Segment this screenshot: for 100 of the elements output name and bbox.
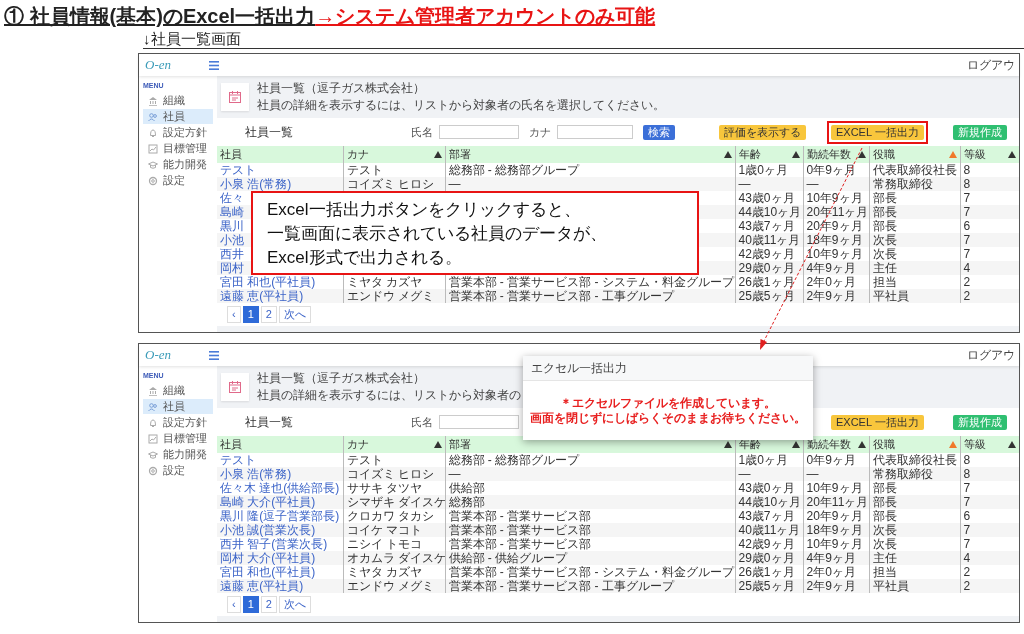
table-cell: テスト xyxy=(346,453,383,467)
employee-link[interactable]: 小池 xyxy=(220,233,244,247)
column-header[interactable]: 部署 xyxy=(448,147,471,162)
building-icon xyxy=(148,385,158,396)
heading-note: →システム管理者アカウントのみ可能 xyxy=(315,5,656,27)
sort-icon[interactable] xyxy=(857,151,866,158)
table-cell: コイケ マコト xyxy=(346,523,422,537)
page-link[interactable]: ‹ xyxy=(227,306,241,323)
page-heading: ① 社員情報(基本)のExcel一括出力 xyxy=(4,5,316,27)
logout-link[interactable]: ログアウ xyxy=(967,56,1015,74)
table-cell: 42歳9ヶ月 xyxy=(738,247,795,261)
page-link[interactable]: 1 xyxy=(242,596,259,613)
table-cell: — xyxy=(806,467,819,481)
calendar-icon xyxy=(221,83,249,111)
table-cell: 総務部 - 総務部グループ xyxy=(448,453,580,467)
table-cell: 7 xyxy=(963,205,971,219)
sidebar-item[interactable]: 設定 xyxy=(143,173,213,188)
app-logo: O-en xyxy=(145,57,172,73)
employee-link[interactable]: テスト xyxy=(220,163,256,177)
table-cell: 20年11ヶ月 xyxy=(806,205,869,219)
list-title: 社員一覧 xyxy=(244,123,294,141)
evaluation-button[interactable]: 評価を表示する xyxy=(719,124,806,140)
gear-icon xyxy=(148,465,158,476)
search-button[interactable]: 検索 xyxy=(643,124,675,140)
sidebar-item[interactable]: 能力開発 xyxy=(143,157,213,172)
column-header[interactable]: カナ xyxy=(346,147,369,162)
sidebar-item[interactable]: 能力開発 xyxy=(143,447,213,462)
field-label: 氏名 xyxy=(411,124,433,140)
table-cell: 8 xyxy=(963,467,971,481)
sidebar-item[interactable]: 設定方針 xyxy=(143,125,213,140)
table-cell: 0年9ヶ月 xyxy=(806,453,856,467)
logout-link[interactable]: ログアウ xyxy=(967,346,1015,364)
table-cell: 8 xyxy=(963,163,971,177)
sort-icon[interactable] xyxy=(791,151,800,158)
employee-link[interactable]: テスト xyxy=(220,453,256,467)
employee-link[interactable]: 岡村 xyxy=(220,261,244,275)
input-field[interactable] xyxy=(439,415,519,429)
bell-icon xyxy=(148,127,158,138)
table-cell: 主任 xyxy=(872,261,897,275)
employee-link[interactable]: 黒川 xyxy=(220,219,244,233)
page-link[interactable]: ‹ xyxy=(227,596,241,613)
sidebar-item[interactable]: 組織 xyxy=(143,93,213,108)
sidebar-item[interactable]: 設定方針 xyxy=(143,415,213,430)
input-field[interactable] xyxy=(557,125,633,139)
table-cell: 2年0ヶ月 xyxy=(806,275,856,289)
export-button[interactable]: EXCEL 一括出力 xyxy=(831,124,924,140)
table-cell: 常務取締役 xyxy=(872,467,933,481)
sidebar-item[interactable]: 社員 xyxy=(143,109,213,124)
sidebar-item[interactable]: 目標管理 xyxy=(143,431,213,446)
sort-icon[interactable] xyxy=(1008,441,1016,448)
sort-icon[interactable] xyxy=(1008,151,1016,158)
list-title: 社員一覧 xyxy=(244,413,294,431)
table-cell: 供給部 xyxy=(448,481,485,495)
column-header[interactable]: 社員 xyxy=(220,437,242,452)
menu-icon[interactable] xyxy=(209,60,219,70)
employee-link[interactable]: 西井 智子(営業次長) xyxy=(220,537,328,551)
table-cell: 4年9ヶ月 xyxy=(806,261,856,275)
menu-icon[interactable] xyxy=(209,350,219,360)
page-link[interactable]: 次へ xyxy=(278,596,311,613)
export-button[interactable]: EXCEL 一括出力 xyxy=(831,414,924,430)
employee-link[interactable]: 佐々木 達也(供給部長) xyxy=(220,481,340,495)
table-cell: 26歳1ヶ月 xyxy=(738,275,795,289)
bell-icon xyxy=(148,417,158,428)
sort-icon[interactable] xyxy=(723,151,732,158)
column-header[interactable]: 部署 xyxy=(448,437,471,452)
table-cell: 平社員 xyxy=(872,289,909,303)
sidebar-item[interactable]: 組織 xyxy=(143,383,213,398)
table-cell: 4 xyxy=(963,551,971,565)
employee-link[interactable]: 島崎 xyxy=(220,205,244,219)
page-link[interactable]: 次へ xyxy=(278,306,311,323)
page-link[interactable]: 2 xyxy=(260,306,277,323)
sort-icon[interactable] xyxy=(433,151,442,158)
sidebar-item[interactable]: 社員 xyxy=(143,399,213,414)
column-header[interactable]: 社員 xyxy=(220,147,242,162)
cap-icon xyxy=(148,449,158,460)
sidebar-item[interactable]: 目標管理 xyxy=(143,141,213,156)
employee-link[interactable]: 黒川 隆(逗子営業部長) xyxy=(220,509,340,523)
employee-link[interactable]: 西井 xyxy=(220,247,244,261)
table-cell: 常務取締役 xyxy=(872,177,933,191)
column-header[interactable]: カナ xyxy=(346,437,369,452)
sort-icon[interactable] xyxy=(857,441,866,448)
input-field[interactable] xyxy=(439,125,519,139)
page-link[interactable]: 1 xyxy=(242,306,259,323)
table-cell: 20年9ヶ月 xyxy=(806,219,863,233)
employee-link[interactable]: 宮田 和也(平社員) xyxy=(220,565,316,579)
table-cell: 42歳9ヶ月 xyxy=(738,537,795,551)
sort-icon[interactable] xyxy=(433,441,442,448)
table-cell: 部長 xyxy=(872,481,897,495)
employee-link[interactable]: 宮田 和也(平社員) xyxy=(220,275,316,289)
table-cell: 20年11ヶ月 xyxy=(806,495,869,509)
table-cell: 43歳0ヶ月 xyxy=(738,191,795,205)
page-title: 社員一覧（逗子ガス株式会社） xyxy=(257,370,425,387)
employee-link[interactable]: 佐々 xyxy=(220,191,244,205)
table-cell: 18年9ヶ月 xyxy=(806,523,863,537)
table-cell: 7 xyxy=(963,233,971,247)
table-cell: オカムラ ダイスケ xyxy=(346,551,446,565)
page-link[interactable]: 2 xyxy=(260,596,277,613)
sidebar-item[interactable]: 設定 xyxy=(143,463,213,478)
table-cell: 4 xyxy=(963,261,971,275)
table-cell: 2 xyxy=(963,579,971,593)
